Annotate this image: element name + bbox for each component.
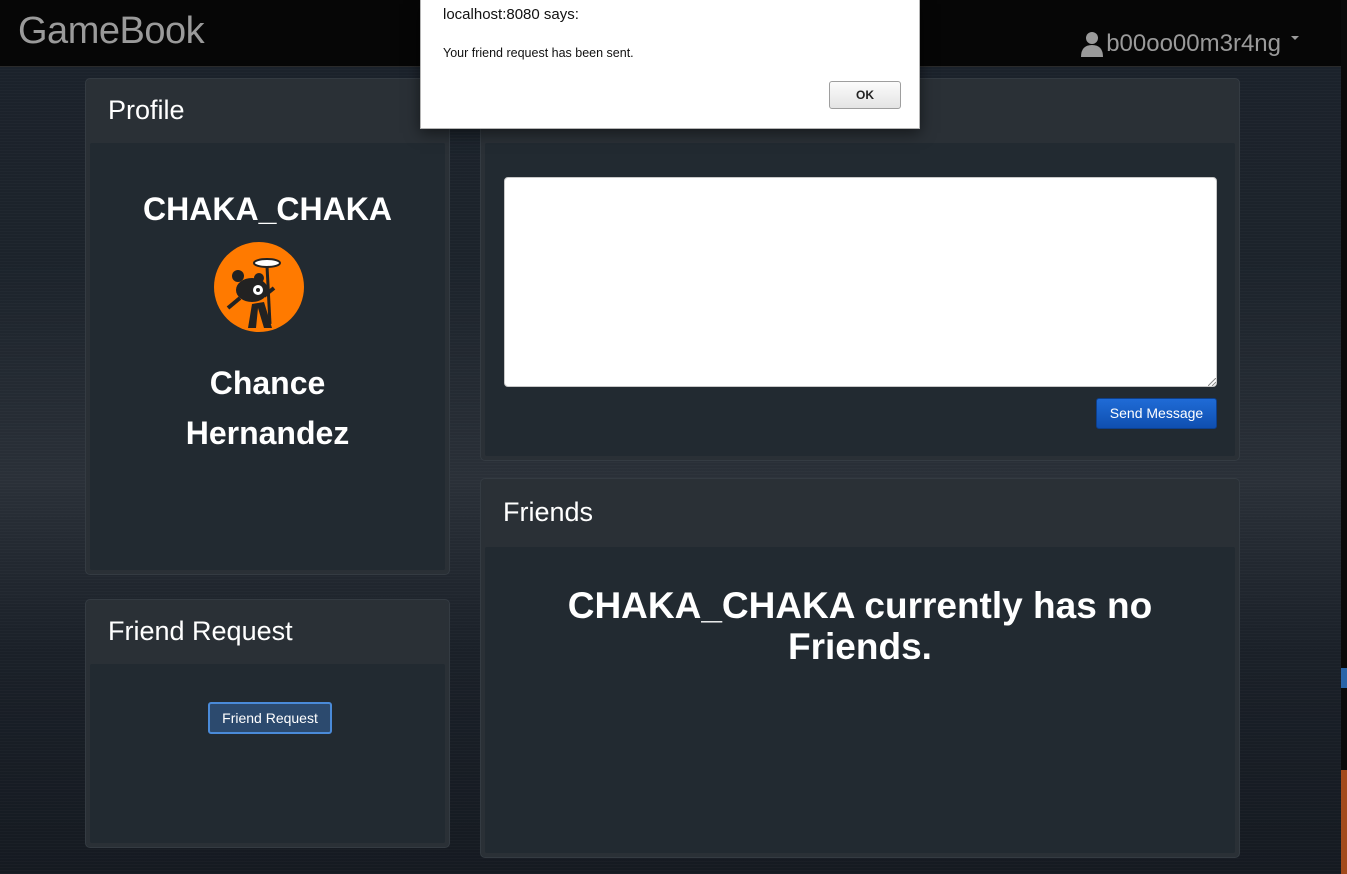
profile-first-name: Chance (209, 365, 326, 401)
friend-request-panel: Friend Request Friend Request (85, 599, 450, 848)
message-panel: Send Message (480, 78, 1240, 461)
profile-body: CHAKA_CHAKA Chance Hernandez (90, 143, 445, 570)
alert-dialog: localhost:8080 says: Your friend request… (420, 0, 920, 129)
avatar (214, 242, 304, 332)
edge-blue (1341, 668, 1347, 688)
friends-panel: Friends CHAKA_CHAKA currently has no Fri… (480, 478, 1240, 858)
message-textarea[interactable] (504, 177, 1217, 387)
profile-last-name: Hernandez (185, 415, 350, 451)
profile-fullname: Chance Hernandez (90, 358, 445, 458)
edge-orange (1341, 770, 1347, 874)
friends-heading: Friends (503, 497, 594, 527)
friend-request-button[interactable]: Friend Request (208, 702, 332, 734)
message-body: Send Message (485, 143, 1235, 456)
window-edge (1341, 0, 1347, 874)
friend-request-heading: Friend Request (108, 616, 293, 646)
user-icon (1081, 32, 1104, 57)
profile-panel: Profile CHAKA_CHAKA Chance Hernandez (85, 78, 450, 575)
resize-grip-icon[interactable] (1208, 378, 1216, 386)
user-menu-username: b00oo00m3r4ng (1106, 30, 1281, 57)
no-friends-message: CHAKA_CHAKA currently has no Friends. (567, 585, 1153, 667)
friends-body: CHAKA_CHAKA currently has no Friends. (485, 547, 1235, 853)
caret-down-icon (1291, 36, 1299, 40)
dialog-message: Your friend request has been sent. (443, 46, 634, 60)
user-menu-dropdown[interactable]: b00oo00m3r4ng (1080, 30, 1299, 58)
profile-heading: Profile (108, 95, 185, 125)
brand-link[interactable]: GameBook (18, 10, 205, 53)
dialog-ok-button[interactable]: OK (829, 81, 901, 109)
dialog-title: localhost:8080 says: (443, 6, 579, 23)
send-message-button[interactable]: Send Message (1096, 398, 1217, 429)
profile-username: CHAKA_CHAKA (143, 191, 392, 227)
friend-request-body: Friend Request (90, 664, 445, 843)
